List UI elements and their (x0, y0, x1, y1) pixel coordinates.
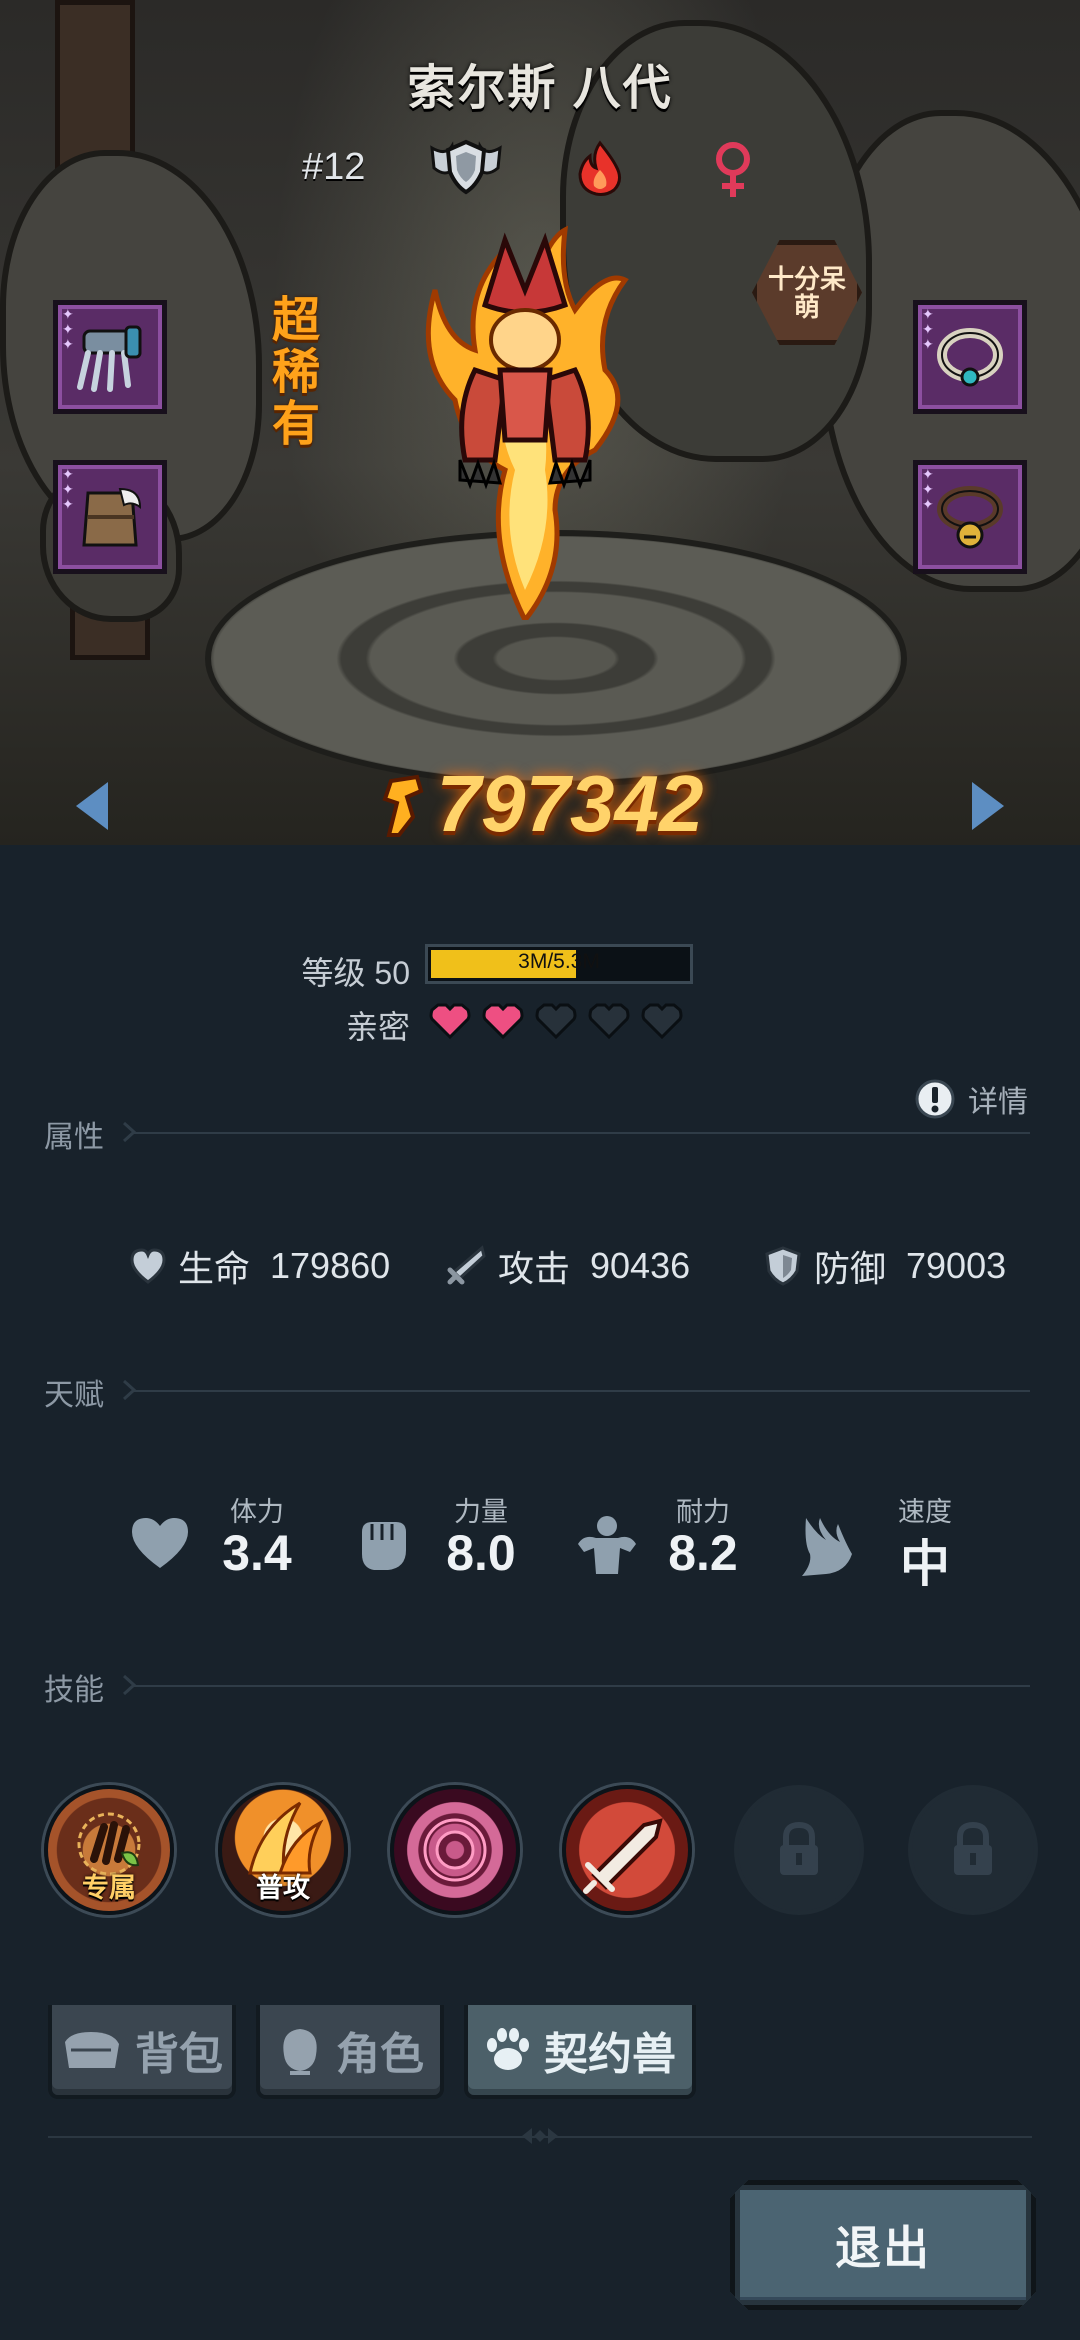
heart-filled-icon (429, 1003, 471, 1040)
skills-section-label: 技能 (44, 1674, 104, 1707)
character-name: 索尔斯 八代 (407, 62, 673, 115)
stat-hp: 生命 179860 (128, 1240, 390, 1292)
ring-vortex-skill-icon (423, 1818, 487, 1882)
tab-contract-beast-label: 契约兽 (544, 2030, 676, 2079)
stat-attack-label: 攻击 (498, 1248, 571, 1289)
lock-icon (954, 1821, 992, 1875)
heart-empty-icon (588, 1003, 630, 1040)
equip-slot-armor[interactable]: ✦ ✦ ✦ (53, 460, 167, 574)
endurance-body-icon (578, 1516, 636, 1574)
claw-weapon-icon (77, 325, 142, 392)
pet-showcase-scene: 索尔斯 八代 #12 超稀有 十分呆萌 ✦ ✦ ✦ ✦ ✦ ✦ ✦ ✦ ✦ ✦ … (0, 0, 1080, 845)
talent-strength-value: 8.0 (446, 1525, 516, 1581)
fire-icon (572, 140, 628, 201)
talent-speed: 速度 中 (796, 1490, 956, 1610)
stat-attack: 攻击 90436 (444, 1240, 690, 1292)
attributes-section-header: 属性 (44, 1112, 1044, 1154)
bell-collar-icon (937, 486, 1003, 549)
exit-button[interactable]: 退出 (730, 2180, 1036, 2310)
stat-defense-value: 79003 (906, 1245, 1007, 1286)
section-divider (134, 1132, 1030, 1134)
skill-label-exclusive: 专属 (82, 1873, 136, 1903)
gem-collar-icon (937, 328, 1003, 387)
skill-slot-4[interactable] (562, 1785, 692, 1915)
star-rating-icon: ✦ ✦ ✦ (922, 466, 934, 512)
star-rating-icon: ✦ ✦ ✦ (62, 466, 74, 512)
skill-slot-locked-5[interactable] (734, 1785, 864, 1915)
xp-text: 3M/5.3M (518, 950, 600, 973)
rarity-label: 超稀有 (272, 294, 321, 451)
talent-section-header: 天赋 (44, 1370, 1044, 1412)
talent-strength: 力量 8.0 (352, 1490, 516, 1610)
attack-sword-icon (447, 1245, 486, 1285)
heart-filled-icon (482, 1003, 524, 1040)
paw-icon (487, 2028, 529, 2070)
talent-stamina-value: 3.4 (222, 1525, 292, 1581)
sword-slash-skill-icon (583, 1818, 663, 1894)
tab-character-label: 角色 (336, 2030, 424, 2079)
stat-attack-value: 90436 (590, 1245, 691, 1286)
speed-wing-icon (802, 1518, 852, 1576)
basic-attack-flame-icon (248, 1801, 324, 1875)
bag-icon (65, 2032, 119, 2068)
fur-armor-icon (82, 487, 142, 547)
detail-button[interactable]: 详情 (914, 1077, 1028, 1121)
power-fist-icon (377, 764, 427, 845)
equip-slot-weapon[interactable]: ✦ ✦ ✦ (53, 300, 167, 414)
heart-empty-icon (641, 1003, 683, 1040)
shield-wings-icon[interactable] (426, 138, 506, 201)
stamina-heart-icon (132, 1518, 188, 1568)
power-display: 797342 (0, 758, 1080, 845)
talent-section-label: 天赋 (44, 1379, 104, 1412)
equip-slot-necklace[interactable]: ✦ ✦ ✦ (913, 300, 1027, 414)
character-head-icon (283, 2029, 317, 2075)
stat-defense-label: 防御 (814, 1248, 887, 1289)
tab-contract-beast[interactable]: 契约兽 (464, 2005, 696, 2099)
skill-slot-exclusive[interactable]: 专属 (44, 1785, 174, 1915)
skill-label-basic-attack: 普攻 (256, 1873, 310, 1903)
skill-slot-locked-6[interactable] (908, 1785, 1038, 1915)
info-exclamation-icon (915, 1079, 955, 1119)
female-icon (710, 140, 756, 205)
section-divider (134, 1685, 1030, 1687)
tab-bag-label: 背包 (135, 2030, 223, 2079)
talent-speed-value: 中 (900, 1536, 950, 1592)
xp-bar: 3M/5.3M (425, 944, 693, 984)
level-label: 等级 50 (301, 955, 411, 991)
star-rating-icon: ✦ ✦ ✦ (62, 306, 74, 352)
star-rating-icon: ✦ ✦ ✦ (922, 306, 934, 352)
hp-heart-icon (130, 1248, 166, 1284)
section-divider (134, 1390, 1030, 1392)
defense-shield-icon (765, 1246, 801, 1286)
strength-fist-icon (362, 1522, 406, 1570)
character-rank: #12 (302, 146, 366, 188)
power-value: 797342 (436, 759, 704, 845)
talent-stamina: 体力 3.4 (128, 1490, 292, 1610)
lock-icon (780, 1821, 818, 1875)
tab-bag[interactable]: 背包 (48, 2005, 236, 2099)
equip-slot-collar[interactable]: ✦ ✦ ✦ (913, 460, 1027, 574)
skills-section-header: 技能 (44, 1665, 1044, 1707)
intimacy-label: 亲密 (345, 1009, 410, 1045)
tab-character[interactable]: 角色 (256, 2005, 444, 2099)
talent-endurance-value: 8.2 (668, 1525, 738, 1581)
skill-slot-basic-attack[interactable]: 普攻 (218, 1785, 348, 1915)
attributes-section-label: 属性 (44, 1121, 104, 1154)
divider-ornament-icon (522, 2128, 558, 2144)
stat-hp-value: 179860 (270, 1245, 391, 1286)
skill-slot-3[interactable] (390, 1785, 520, 1915)
heart-empty-icon (535, 1003, 577, 1040)
talent-endurance: 耐力 8.2 (574, 1490, 738, 1610)
fire-spirit-character[interactable] (395, 210, 655, 625)
stat-defense: 防御 79003 (762, 1240, 1006, 1292)
stat-hp-label: 生命 (178, 1248, 251, 1289)
detail-label: 详情 (968, 1086, 1028, 1119)
bottom-tab-bar: 背包 角色 契约兽 (0, 2005, 1080, 2105)
intimacy-hearts (428, 1002, 684, 1040)
